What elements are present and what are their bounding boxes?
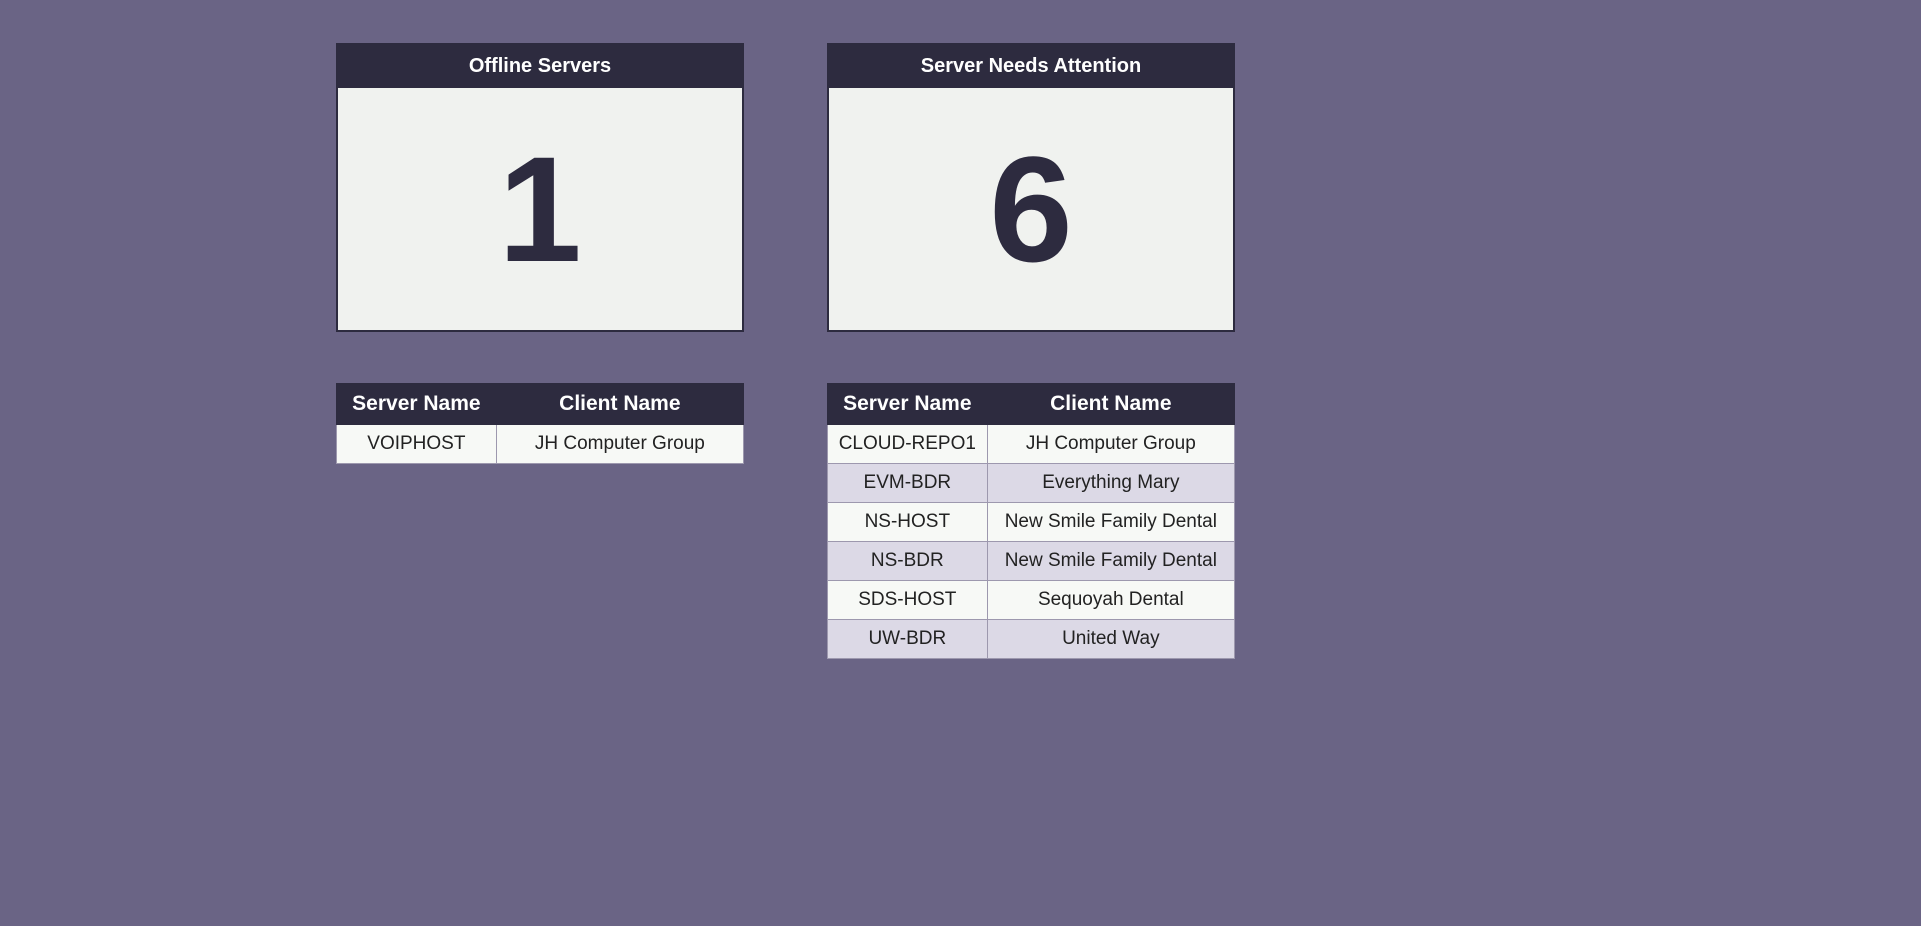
cell-client-name: United Way — [987, 620, 1234, 659]
column-header-client: Client Name — [496, 384, 743, 425]
table-header-row: Server Name Client Name — [337, 384, 744, 425]
table-row: CLOUD-REPO1 JH Computer Group — [828, 425, 1235, 464]
cell-server-name: NS-HOST — [828, 503, 988, 542]
cell-client-name: New Smile Family Dental — [987, 503, 1234, 542]
cell-client-name: JH Computer Group — [496, 425, 743, 464]
cell-client-name: Everything Mary — [987, 464, 1234, 503]
cell-server-name: UW-BDR — [828, 620, 988, 659]
table-row: UW-BDR United Way — [828, 620, 1235, 659]
attention-servers-table: Server Name Client Name CLOUD-REPO1 JH C… — [827, 383, 1235, 659]
cell-client-name: Sequoyah Dental — [987, 581, 1234, 620]
cell-server-name: SDS-HOST — [828, 581, 988, 620]
table-row: NS-BDR New Smile Family Dental — [828, 542, 1235, 581]
offline-servers-card: Offline Servers 1 — [336, 43, 744, 332]
attention-servers-card: Server Needs Attention 6 — [827, 43, 1235, 332]
column-header-client: Client Name — [987, 384, 1234, 425]
offline-servers-title: Offline Servers — [338, 45, 742, 88]
attention-servers-title: Server Needs Attention — [829, 45, 1233, 88]
cell-client-name: JH Computer Group — [987, 425, 1234, 464]
cell-server-name: VOIPHOST — [337, 425, 497, 464]
column-header-server: Server Name — [828, 384, 988, 425]
table-row: NS-HOST New Smile Family Dental — [828, 503, 1235, 542]
offline-servers-count: 1 — [338, 88, 742, 330]
table-row: VOIPHOST JH Computer Group — [337, 425, 744, 464]
table-row: SDS-HOST Sequoyah Dental — [828, 581, 1235, 620]
table-row: EVM-BDR Everything Mary — [828, 464, 1235, 503]
attention-servers-count: 6 — [829, 88, 1233, 330]
table-header-row: Server Name Client Name — [828, 384, 1235, 425]
column-header-server: Server Name — [337, 384, 497, 425]
cell-server-name: EVM-BDR — [828, 464, 988, 503]
cell-client-name: New Smile Family Dental — [987, 542, 1234, 581]
cell-server-name: CLOUD-REPO1 — [828, 425, 988, 464]
offline-servers-table: Server Name Client Name VOIPHOST JH Comp… — [336, 383, 744, 464]
cell-server-name: NS-BDR — [828, 542, 988, 581]
